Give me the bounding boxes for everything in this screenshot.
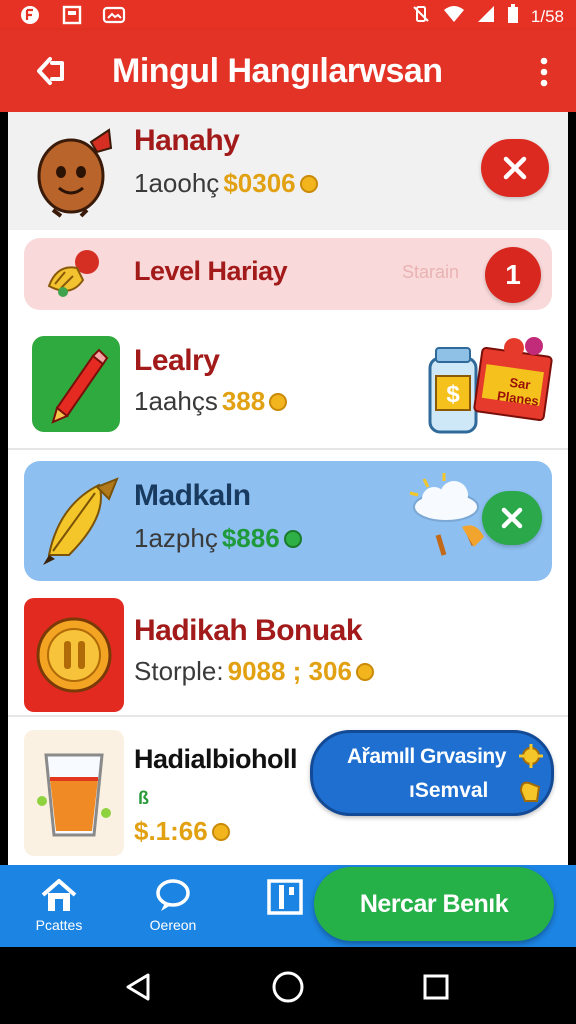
list-item[interactable]: Hadialbioholl ß $.1:66 Ařamıll Grvasiny … <box>8 724 568 865</box>
weather-decoration-icon <box>404 471 494 567</box>
promo-bubble[interactable]: Ařamıll Grvasiny ıSemval <box>310 730 554 816</box>
clock-time: 1/58 <box>530 6 564 26</box>
close-icon <box>501 507 523 529</box>
item-sub-small: ß <box>138 788 149 808</box>
system-recents-button[interactable] <box>416 967 456 1007</box>
gallery-notification-icon <box>102 3 126 27</box>
nav-chat-label: Oereon <box>149 917 197 933</box>
item-sub-label: 1aahçs <box>134 386 218 416</box>
item-side-text: Starain <box>402 262 460 282</box>
list-item[interactable]: Lealry 1aahçs 388 $ Sar Planes <box>8 322 568 448</box>
item-name: Level Hariay <box>134 256 288 286</box>
coin-icon <box>283 529 302 548</box>
item-name: Hadikah Bonuak <box>134 614 363 647</box>
more-options-button[interactable] <box>534 52 554 92</box>
list-item[interactable]: Hanahy 1aoohç $0306 <box>8 112 568 230</box>
item-name: Hanahy <box>134 124 240 157</box>
circle-home-icon <box>272 971 304 1003</box>
item-sub-label: 1azphç <box>134 523 218 553</box>
app-bar: Mingul Hangılarwsan <box>0 30 576 112</box>
remove-button[interactable] <box>481 139 549 197</box>
svg-text:$: $ <box>446 381 460 408</box>
square-recents-icon <box>423 974 449 1000</box>
coin-icon <box>211 822 230 841</box>
primary-action-button[interactable]: Nercar Benık <box>314 867 554 941</box>
item-price: $0306 <box>223 168 296 198</box>
back-arrow-icon <box>37 57 64 85</box>
item-sub-label: 1aoohç <box>134 168 220 198</box>
drink-thumbnail <box>24 730 124 856</box>
item-price: 388 <box>221 386 266 416</box>
promo-bubble-line2: ıSemval <box>409 779 489 802</box>
coin-icon <box>299 174 318 193</box>
hand-icon <box>517 777 543 810</box>
square-notification-icon <box>60 3 84 27</box>
item-list: Hanahy 1aoohç $0306 Level Hariay Starain… <box>8 112 568 865</box>
item-subtitle: 1aoohç $0306 <box>134 168 318 199</box>
coin-icon <box>355 662 374 681</box>
item-price: 9088 ; 306 <box>227 656 352 686</box>
item-name: Lealry <box>134 344 220 377</box>
chat-bubble-icon <box>156 879 190 911</box>
status-bar: 1/58 <box>0 0 576 30</box>
promo-bottle-image: $ Sar Planes <box>418 330 558 442</box>
coin-icon <box>269 392 288 411</box>
signal-icon <box>477 5 495 28</box>
list-item[interactable]: Madkaln 1azphç $886 <box>24 461 552 581</box>
count-badge[interactable]: 1 <box>485 247 541 303</box>
divider <box>8 715 568 717</box>
close-icon <box>503 156 527 180</box>
item-subtitle: 1aahçs 388 <box>134 386 288 417</box>
divider <box>8 448 568 450</box>
list-item[interactable]: Level Hariay Starain 1 <box>24 238 552 310</box>
triangle-back-icon <box>126 973 150 1001</box>
item-price: $886 <box>221 523 280 553</box>
app-title: Mingul Hangılarwsan <box>112 52 443 90</box>
item-subtitle: $.1:66 <box>134 816 230 847</box>
sparkle-icon <box>518 743 544 774</box>
nav-home[interactable]: Pcattes <box>14 877 104 941</box>
system-navigation-bar <box>0 947 576 1024</box>
system-home-button[interactable] <box>268 967 308 1007</box>
board-icon <box>267 879 303 915</box>
feather-thumbnail <box>36 473 126 569</box>
item-name: Madkaln <box>134 479 251 512</box>
item-subtitle: 1azphç $886 <box>134 523 302 554</box>
item-subtitle: Storple: 9088 ; 306 <box>134 656 374 687</box>
count-value: 1 <box>505 259 521 290</box>
back-button[interactable] <box>32 51 72 91</box>
brush-thumbnail <box>42 244 104 304</box>
more-vert-icon <box>540 57 548 87</box>
item-price: $.1:66 <box>134 816 208 846</box>
nav-chat[interactable]: Oereon <box>128 877 218 941</box>
character-thumbnail <box>28 124 120 220</box>
coin-thumbnail <box>24 598 124 712</box>
system-back-button[interactable] <box>118 967 158 1007</box>
promo-bubble-line1: Ařamıll Grvasiny <box>347 745 506 768</box>
item-name: Hadialbioholl <box>134 744 298 774</box>
remove-button[interactable] <box>482 491 542 545</box>
home-icon <box>41 879 77 911</box>
item-sub-label: Storple: <box>134 656 224 686</box>
battery-icon <box>507 4 519 29</box>
vibrate-icon <box>411 5 431 28</box>
app-notification-icon <box>18 3 42 27</box>
list-item[interactable]: Hadikah Bonuak Storple: 9088 ; 306 <box>8 596 568 716</box>
nav-home-label: Pcattes <box>35 917 83 933</box>
pencil-thumbnail <box>32 336 120 432</box>
wifi-icon <box>443 5 465 28</box>
